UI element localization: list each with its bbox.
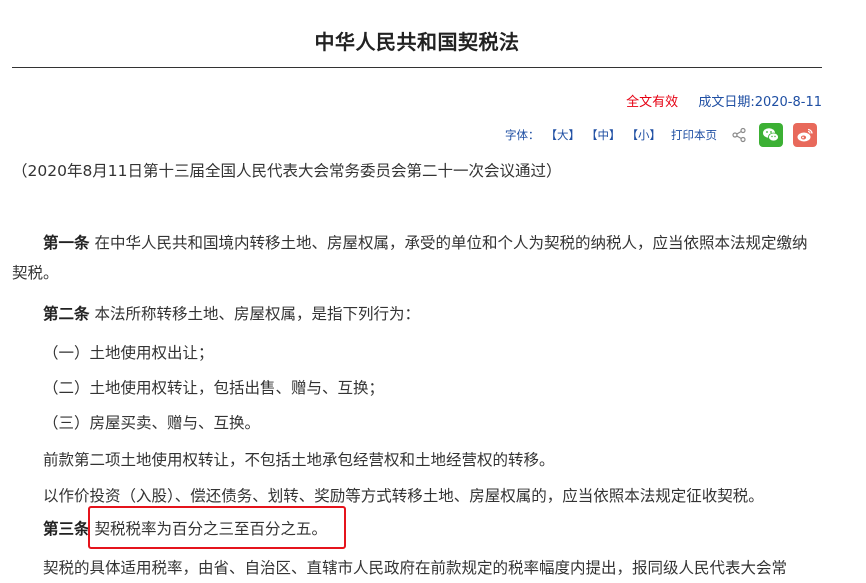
article-2-text: 本法所称转移土地、房屋权属，是指下列行为：	[94, 305, 420, 323]
page-title: 中华人民共和国契税法	[314, 30, 520, 54]
font-size-small-button[interactable]: 【小】	[627, 127, 662, 143]
article-3-paragraph-2: 契税的具体适用税率，由省、自治区、直辖市人民政府在前款规定的税率幅度内提出，报同…	[43, 559, 788, 577]
date-label: 成文日期:	[698, 95, 755, 110]
article-3-label: 第三条	[43, 520, 90, 538]
preamble: （2020年8月11日第十三届全国人民代表大会常务委员会第二十一次会议通过）	[12, 162, 562, 180]
font-size-medium-button[interactable]: 【中】	[586, 127, 621, 143]
share-icon[interactable]	[731, 127, 747, 143]
article-2-item-2: （二）土地使用权转让，包括出售、赠与、互换；	[43, 379, 385, 397]
article-2-note-1: 前款第二项土地使用权转让，不包括土地承包经营权和土地经营权的转移。	[43, 451, 555, 469]
font-size-large-button[interactable]: 【大】	[546, 127, 581, 143]
article-2-item-1: （一）土地使用权出让；	[43, 344, 214, 362]
font-size-label: 字体：	[505, 128, 540, 142]
wechat-icon[interactable]	[759, 123, 783, 147]
document-meta: 全文有效 成文日期:2020-8-11	[626, 91, 822, 110]
article-2-label: 第二条	[43, 305, 90, 323]
article-2: 第二条 本法所称转移土地、房屋权属，是指下列行为：	[12, 299, 822, 329]
article-2-item-3: （三）房屋买卖、赠与、互换。	[43, 414, 261, 432]
toolbar: 字体： 【大】 【中】 【小】 打印本页	[505, 121, 817, 149]
date-value: 2020-8-11	[754, 95, 822, 110]
title-divider	[12, 67, 822, 68]
article-1-label: 第一条	[43, 234, 90, 252]
article-1-text: 在中华人民共和国境内转移土地、房屋权属，承受的单位和个人为契税的纳税人，应当依照…	[12, 234, 808, 282]
weibo-icon[interactable]	[793, 123, 817, 147]
article-1: 第一条 在中华人民共和国境内转移土地、房屋权属，承受的单位和个人为契税的纳税人，…	[12, 228, 822, 288]
validity-status: 全文有效	[626, 95, 679, 110]
highlight-annotation	[88, 506, 346, 549]
print-button[interactable]: 打印本页	[671, 127, 717, 143]
